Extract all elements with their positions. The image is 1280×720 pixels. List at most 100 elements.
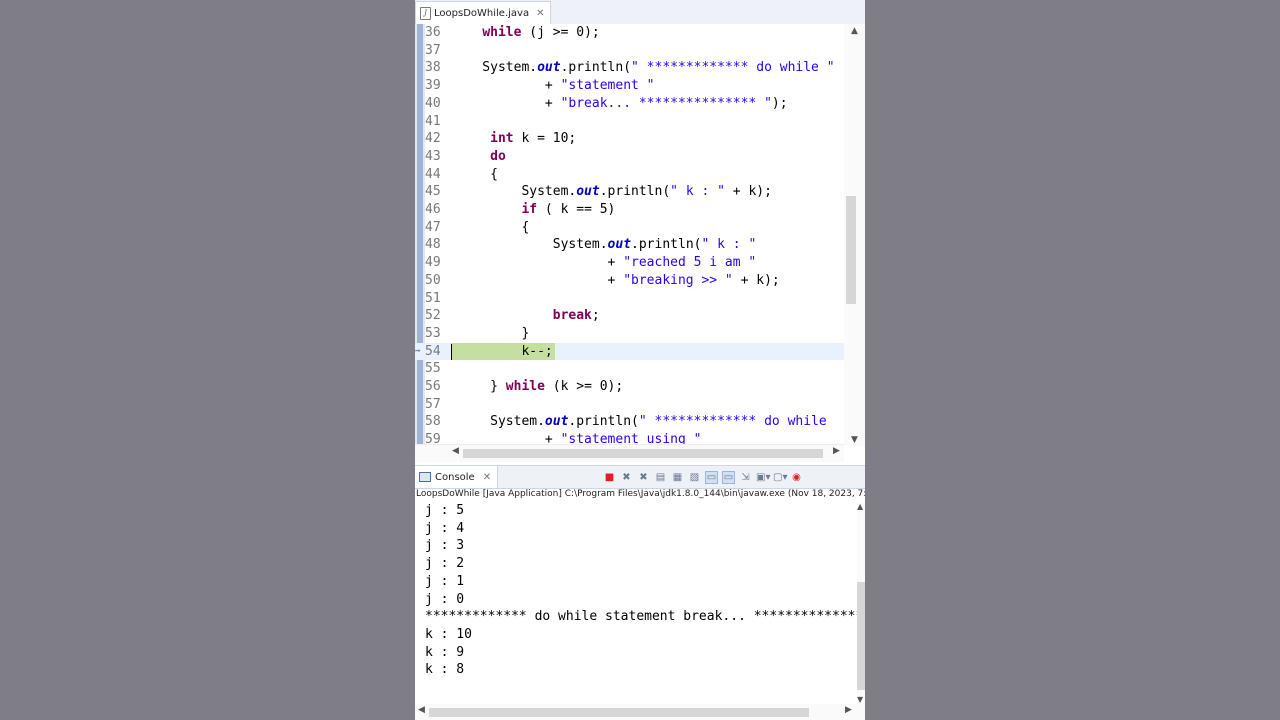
line-number: 52 (425, 308, 441, 324)
code-token: break (552, 308, 592, 324)
scroll-right-icon[interactable]: ▶ (845, 705, 852, 715)
scroll-up-icon[interactable]: ▲ (844, 26, 865, 36)
scroll-right-icon[interactable]: ▶ (833, 446, 840, 456)
line-number: 37 (425, 42, 441, 58)
console-output-line: j : 4 (425, 520, 465, 536)
code-text: int k = 10; (451, 130, 576, 148)
open-console-icon[interactable]: ◉ (790, 471, 803, 484)
show-on-stderr-icon[interactable]: ▭ (722, 470, 735, 484)
code-token: " ************* do while " (631, 60, 835, 76)
code-token: "statement " (560, 78, 655, 94)
scroll-thumb[interactable] (846, 196, 856, 304)
line-number: 54 (425, 343, 441, 359)
scroll-up-icon[interactable]: ▲ (857, 502, 863, 511)
code-line-current[interactable]: ⇝ 54 k--; (415, 342, 844, 361)
console-output-line: ************* do while statement break..… (425, 609, 857, 625)
console-icon (419, 472, 431, 482)
scroll-left-icon[interactable]: ◀ (418, 705, 425, 715)
code-token: .println( (599, 184, 671, 200)
code-text: + "statement " (451, 77, 655, 95)
code-text: System.out.println(" ************* do wh… (451, 59, 835, 77)
code-line[interactable]: 56 } while (k >= 0); (415, 378, 844, 396)
code-line[interactable]: 48 System.out.println(" k : " (415, 236, 844, 254)
word-wrap-icon[interactable]: ▧ (688, 471, 701, 484)
code-token: out (607, 237, 632, 253)
pin-console-icon[interactable]: ⇲ (739, 471, 752, 484)
remove-all-icon[interactable]: ✖ (637, 471, 650, 484)
code-line[interactable]: 43 do (415, 148, 844, 166)
display-console-icon[interactable]: ▣▾ (756, 471, 770, 484)
editor-vertical-scrollbar[interactable]: ▲ ▼ (844, 24, 865, 446)
console-output[interactable]: j : 5 j : 4 j : 3 j : 2j : 1 j : 0 **********… (415, 502, 857, 704)
editor-tab[interactable]: J LoopsDoWhile.java ✕ (415, 1, 552, 24)
scroll-lock-icon[interactable]: ▦ (671, 471, 684, 484)
code-line[interactable]: 42 int k = 10; (415, 130, 844, 148)
scroll-thumb[interactable] (463, 449, 823, 458)
code-line[interactable]: 57 (415, 396, 844, 414)
code-line[interactable]: 40 + "break... *************** "); (415, 95, 844, 113)
code-line[interactable]: 41 (415, 113, 844, 131)
editor-horizontal-scrollbar[interactable]: ◀ ▶ (415, 444, 844, 462)
console-output-line: j : 0 (425, 591, 465, 607)
terminate-icon[interactable]: ■ (603, 471, 616, 484)
remove-launch-icon[interactable]: ✖ (620, 471, 633, 484)
code-line[interactable]: 39 + "statement " (415, 77, 844, 95)
line-number: 46 (425, 202, 441, 217)
code-line[interactable]: 37 (415, 42, 844, 60)
scroll-down-icon[interactable]: ▼ (844, 435, 865, 445)
code-area[interactable]: 36 while (j >= 0); 37 38 System.out.printl… (415, 24, 844, 447)
code-line[interactable]: 47 { (415, 219, 844, 237)
code-line[interactable]: 44 { (415, 166, 844, 184)
console-output-line: k : 8 (425, 662, 465, 678)
code-text: + "break... *************** "); (451, 95, 788, 113)
code-token: .println( (560, 60, 632, 76)
scroll-thumb[interactable] (429, 708, 809, 717)
code-line[interactable]: 49 + "reached 5 i am " (415, 254, 844, 272)
code-token: " k : " (701, 237, 757, 253)
code-token: k--; (451, 343, 553, 359)
new-console-icon[interactable]: ▢▾ (773, 471, 787, 484)
code-token: out (576, 184, 600, 200)
code-line[interactable]: 36 while (j >= 0); (415, 24, 844, 42)
editor-tab-title: LoopsDoWhile.java (434, 7, 530, 19)
console-tab[interactable]: Console ✕ (415, 466, 499, 488)
code-token: ); (771, 95, 788, 111)
code-token: if (521, 202, 538, 217)
clear-console-icon[interactable]: ▤ (654, 471, 667, 484)
scroll-thumb[interactable] (857, 582, 865, 690)
code-token: "reached 5 i am " (623, 255, 757, 271)
code-line[interactable]: 55 (415, 360, 844, 378)
line-number: 43 (425, 148, 441, 164)
console-horizontal-scrollbar[interactable]: ◀ ▶ (415, 704, 865, 720)
line-number: 41 (425, 113, 441, 129)
code-text: System.out.println(" ************* do wh… (451, 413, 827, 431)
code-line[interactable]: 51 (415, 290, 844, 308)
code-line[interactable]: 50 + "breaking >> " + k); (415, 272, 844, 290)
console-vertical-scrollbar[interactable]: ▲ ▼ (857, 502, 865, 704)
code-line[interactable]: 38 System.out.println(" ************* do… (415, 59, 844, 77)
close-tab-icon[interactable]: ✕ (536, 8, 544, 19)
console-tab-title: Console (435, 471, 475, 483)
close-tab-icon[interactable]: ✕ (483, 472, 491, 483)
line-number: 57 (425, 396, 441, 412)
scroll-down-icon[interactable]: ▼ (857, 695, 863, 704)
code-token: int (490, 131, 514, 147)
code-text: System.out.println(" k : " (451, 236, 757, 254)
code-token: while (482, 25, 522, 40)
line-number: 50 (425, 272, 441, 288)
code-line[interactable]: 58 System.out.println(" ************* do… (415, 413, 844, 431)
code-line[interactable]: 46 if ( k == 5) (415, 201, 844, 219)
line-number: 56 (425, 379, 441, 394)
code-editor[interactable]: 36 while (j >= 0); 37 38 System.out.printl… (415, 24, 865, 447)
line-number: 45 (425, 184, 441, 200)
scroll-left-icon[interactable]: ◀ (452, 446, 459, 456)
console-output-line: j : 5 (425, 503, 465, 518)
show-on-stdout-icon[interactable]: ▭ (705, 470, 718, 484)
code-token: System. (451, 60, 538, 76)
code-line[interactable]: 52 break; (415, 307, 844, 325)
code-line[interactable]: 53 } (415, 325, 844, 343)
code-line[interactable]: 45 System.out.println(" k : " + k); (415, 183, 844, 201)
